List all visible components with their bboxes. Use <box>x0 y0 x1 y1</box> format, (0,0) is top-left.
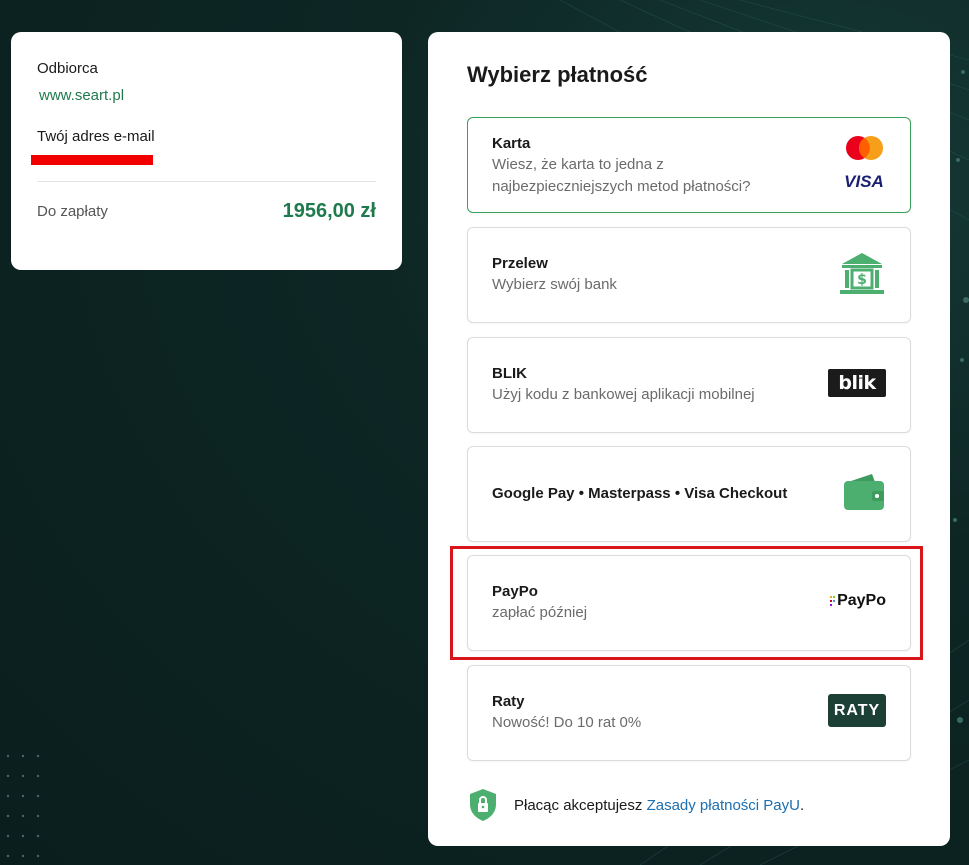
payment-method-blik[interactable]: BLIK Użyj kodu z bankowej aplikacji mobi… <box>467 337 911 433</box>
blik-logo: blik <box>828 369 886 397</box>
method-title: BLIK <box>492 365 527 382</box>
page-title: Wybierz płatność <box>467 62 648 87</box>
payment-due-row: Do zapłaty 1956,00 zł <box>37 200 376 223</box>
method-title: Karta <box>492 135 531 152</box>
method-desc: Użyj kodu z bankowej aplikacji mobilnej <box>492 386 755 403</box>
divider <box>37 181 376 182</box>
order-summary-card: Odbiorca www.seart.pl Twój adres e-mail … <box>11 32 402 270</box>
terms-footer: Płacąc akceptujesz Zasady płatności PayU… <box>468 788 804 822</box>
payment-method-wallets[interactable]: Google Pay • Masterpass • Visa Checkout <box>467 446 911 542</box>
method-title: Google Pay • Masterpass • Visa Checkout <box>492 485 788 502</box>
method-desc: Wybierz swój bank <box>492 276 617 293</box>
bank-icon: $ <box>838 250 886 303</box>
email-label: Twój adres e-mail <box>37 128 155 145</box>
highlight-box <box>450 546 923 660</box>
terms-text: Płacąc akceptujesz Zasady płatności PayU… <box>514 797 804 814</box>
payment-method-transfer[interactable]: Przelew Wybierz swój bank $ <box>467 227 911 323</box>
payment-method-installments[interactable]: Raty Nowość! Do 10 rat 0% RATY <box>467 665 911 761</box>
recipient-label: Odbiorca <box>37 60 98 77</box>
mastercard-visa-icon: VISA <box>842 135 886 192</box>
dot-grid-decoration <box>6 754 40 858</box>
payu-terms-link[interactable]: Zasady płatności PayU <box>647 797 800 814</box>
payment-method-card[interactable]: Karta Wiesz, że karta to jedna z najbezp… <box>467 117 911 213</box>
method-desc: Nowość! Do 10 rat 0% <box>492 714 642 731</box>
payment-methods-card: Wybierz płatność Karta Wiesz, że karta t… <box>428 32 950 846</box>
redacted-email <box>31 155 153 165</box>
payment-amount: 1956,00 zł <box>282 200 376 222</box>
payment-due-label: Do zapłaty <box>37 203 108 220</box>
visa-logo: VISA <box>844 172 884 191</box>
terms-suffix: . <box>799 796 805 814</box>
recipient-link[interactable]: www.seart.pl <box>39 87 376 104</box>
method-desc: najbezpieczniejszych metod płatności? <box>492 178 751 195</box>
wallet-icon <box>842 472 886 517</box>
shield-lock-icon <box>470 789 496 821</box>
terms-prefix: Płacąc akceptujesz <box>514 796 643 814</box>
raty-logo: RATY <box>828 694 886 727</box>
method-title: Przelew <box>492 255 548 272</box>
method-title: Raty <box>492 693 525 710</box>
svg-text:$: $ <box>857 272 867 288</box>
method-desc: Wiesz, że karta to jedna z <box>492 156 664 173</box>
